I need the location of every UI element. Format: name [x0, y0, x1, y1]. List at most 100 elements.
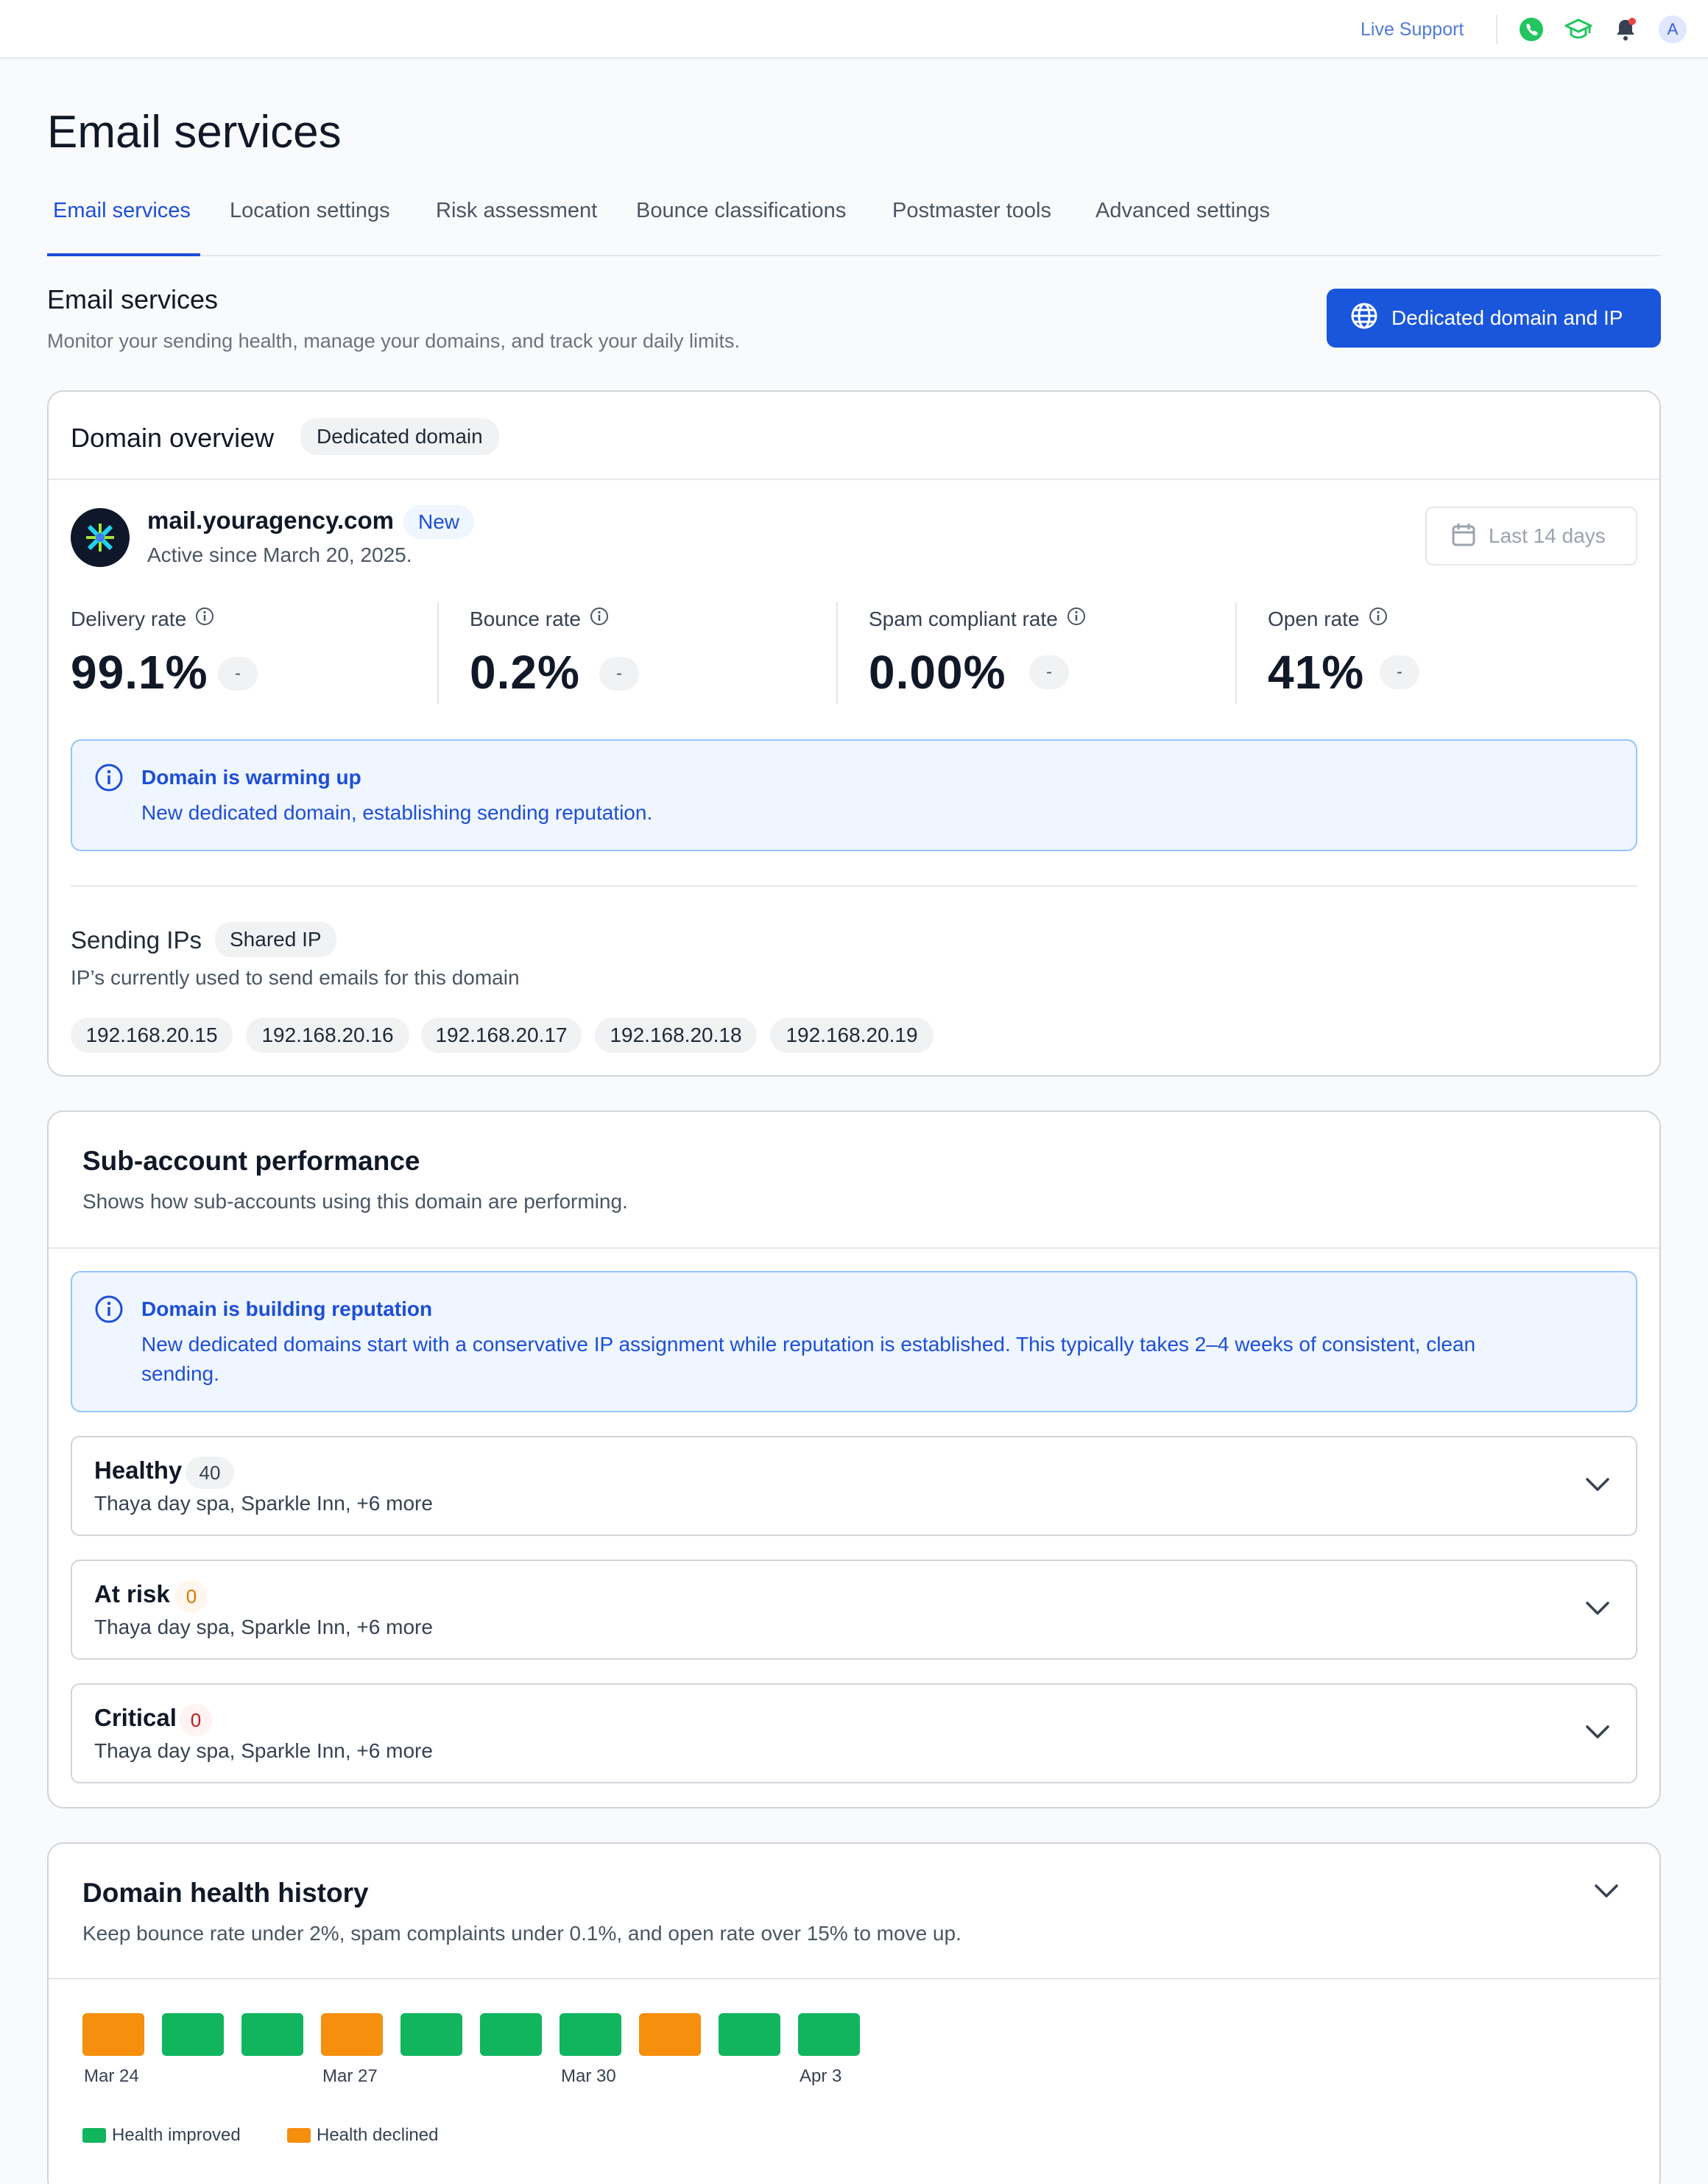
healthy-group-row[interactable]: Healthy 40 Thaya day spa, Sparkle Inn, +… [71, 1436, 1637, 1536]
building-reputation-text-line2: sending. [141, 1362, 219, 1385]
phone-icon[interactable] [1517, 15, 1546, 44]
chevron-down-icon[interactable] [1584, 1599, 1611, 1621]
tab-email-services[interactable]: Email services [53, 199, 191, 223]
tab-risk-assessment[interactable]: Risk assessment [436, 199, 597, 223]
group-label: Healthy [94, 1456, 183, 1484]
avatar[interactable]: A [1658, 15, 1687, 44]
metric-divider [836, 602, 838, 704]
live-support-link[interactable]: Live Support [1361, 19, 1464, 40]
building-reputation-text-line1: New dedicated domains start with a conse… [141, 1333, 1476, 1356]
metric-label-text: Bounce rate [470, 607, 581, 630]
info-icon[interactable] [590, 607, 609, 631]
group-count-badge: 40 [186, 1456, 234, 1489]
ip-chip: 192.168.20.19 [770, 1018, 934, 1053]
at-risk-group-row[interactable]: At risk 0 Thaya day spa, Sparkle Inn, +6… [71, 1560, 1637, 1660]
health-day-improved[interactable] [560, 2013, 621, 2056]
group-accounts: Thaya day spa, Sparkle Inn, +6 more [94, 1492, 433, 1515]
health-day-declined[interactable] [639, 2013, 701, 2056]
metric-value-bounce: 0.2% [470, 646, 580, 699]
warming-up-title: Domain is warming up [141, 766, 361, 789]
group-accounts: Thaya day spa, Sparkle Inn, +6 more [94, 1616, 433, 1638]
date-label: Mar 30 [561, 2066, 616, 2086]
dedicated-domain-button-label: Dedicated domain and IP [1391, 306, 1623, 329]
metric-label-delivery: Delivery rate [71, 607, 214, 631]
group-accounts: Thaya day spa, Sparkle Inn, +6 more [94, 1739, 433, 1762]
metric-label-spam: Spam compliant rate [869, 607, 1086, 631]
health-day-improved[interactable] [798, 2013, 860, 2056]
tab-bounce-classifications[interactable]: Bounce classifications [636, 199, 846, 223]
sub-account-title: Sub-account performance [82, 1146, 420, 1176]
legend-label-declined: Health declined [317, 2125, 439, 2145]
ip-chip: 192.168.20.15 [71, 1018, 233, 1053]
divider [71, 885, 1637, 887]
sub-account-subtitle: Shows how sub-accounts using this domain… [82, 1190, 628, 1213]
domain-name: mail.youragency.com [147, 507, 395, 534]
group-count-badge: 0 [175, 1580, 208, 1613]
warming-up-alert: Domain is warming up New dedicated domai… [71, 739, 1637, 851]
notification-bell-icon[interactable] [1611, 15, 1640, 44]
active-tab-indicator [47, 253, 200, 256]
metric-label-text: Spam compliant rate [869, 607, 1058, 630]
building-reputation-alert: Domain is building reputation New dedica… [71, 1271, 1637, 1412]
health-day-improved[interactable] [480, 2013, 542, 2056]
health-day-declined[interactable] [82, 2013, 144, 2056]
avatar-initial: A [1659, 15, 1687, 43]
ip-chip: 192.168.20.17 [421, 1018, 582, 1053]
legend-swatch-declined [287, 2128, 311, 2143]
metric-value-open: 41% [1268, 646, 1365, 699]
divider [49, 1978, 1659, 1979]
health-day-improved[interactable] [162, 2013, 224, 2056]
chevron-down-icon[interactable] [1593, 1882, 1620, 1903]
metric-change-bounce: - [599, 657, 639, 691]
info-circle-icon [94, 1294, 124, 1328]
metric-change-open: - [1380, 655, 1419, 689]
metric-value-delivery: 99.1% [71, 646, 208, 699]
topbar-divider [1496, 15, 1497, 44]
divider [49, 479, 1659, 480]
building-reputation-title: Domain is building reputation [141, 1297, 433, 1320]
group-label: At risk [94, 1580, 170, 1607]
divider [49, 1247, 1659, 1249]
globe-icon [1350, 302, 1378, 335]
date-range-picker[interactable]: Last 14 days [1425, 507, 1637, 566]
section-subtitle: Monitor your sending health, manage your… [47, 330, 740, 352]
metric-label-text: Delivery rate [71, 607, 187, 630]
warming-up-text: New dedicated domain, establishing sendi… [141, 801, 653, 824]
health-history-subtitle: Keep bounce rate under 2%, spam complain… [82, 1922, 961, 1945]
metric-label-text: Open rate [1268, 607, 1360, 630]
tab-bar: Email services Location settings Risk as… [47, 199, 1661, 256]
active-since: Active since March 20, 2025. [147, 543, 412, 566]
graduation-cap-icon[interactable] [1564, 15, 1593, 44]
chevron-down-icon[interactable] [1584, 1723, 1611, 1744]
top-bar: Live Support A [0, 0, 1708, 59]
info-icon[interactable] [1369, 607, 1388, 631]
metric-change-spam: - [1029, 655, 1069, 689]
critical-group-row[interactable]: Critical 0 Thaya day spa, Sparkle Inn, +… [71, 1683, 1637, 1783]
date-label: Mar 27 [322, 2066, 378, 2086]
group-count-badge: 0 [180, 1704, 212, 1736]
dedicated-domain-button[interactable]: Dedicated domain and IP [1327, 289, 1661, 348]
health-day-improved[interactable] [241, 2013, 303, 2056]
health-day-declined[interactable] [321, 2013, 383, 2056]
date-label: Mar 24 [84, 2066, 139, 2086]
info-icon[interactable] [1067, 607, 1086, 631]
legend-label-improved: Health improved [112, 2125, 241, 2145]
metric-label-open: Open rate [1268, 607, 1388, 631]
chevron-down-icon[interactable] [1584, 1476, 1611, 1497]
tab-location-settings[interactable]: Location settings [230, 199, 390, 223]
shared-ip-badge: Shared IP [215, 922, 336, 957]
health-day-improved[interactable] [719, 2013, 780, 2056]
page-title: Email services [47, 107, 342, 158]
metric-label-bounce: Bounce rate [470, 607, 609, 631]
section-title: Email services [47, 284, 219, 314]
info-circle-icon [94, 763, 124, 796]
ip-chip: 192.168.20.16 [246, 1018, 409, 1053]
tab-postmaster-tools[interactable]: Postmaster tools [892, 199, 1051, 223]
sending-ips-subtitle: IP’s currently used to send emails for t… [71, 966, 520, 989]
new-badge: New [403, 505, 475, 539]
tab-advanced-settings[interactable]: Advanced settings [1095, 199, 1270, 223]
legend-swatch-improved [82, 2128, 106, 2143]
health-day-improved[interactable] [400, 2013, 462, 2056]
info-icon[interactable] [195, 607, 214, 631]
metric-change-delivery: - [218, 657, 258, 691]
